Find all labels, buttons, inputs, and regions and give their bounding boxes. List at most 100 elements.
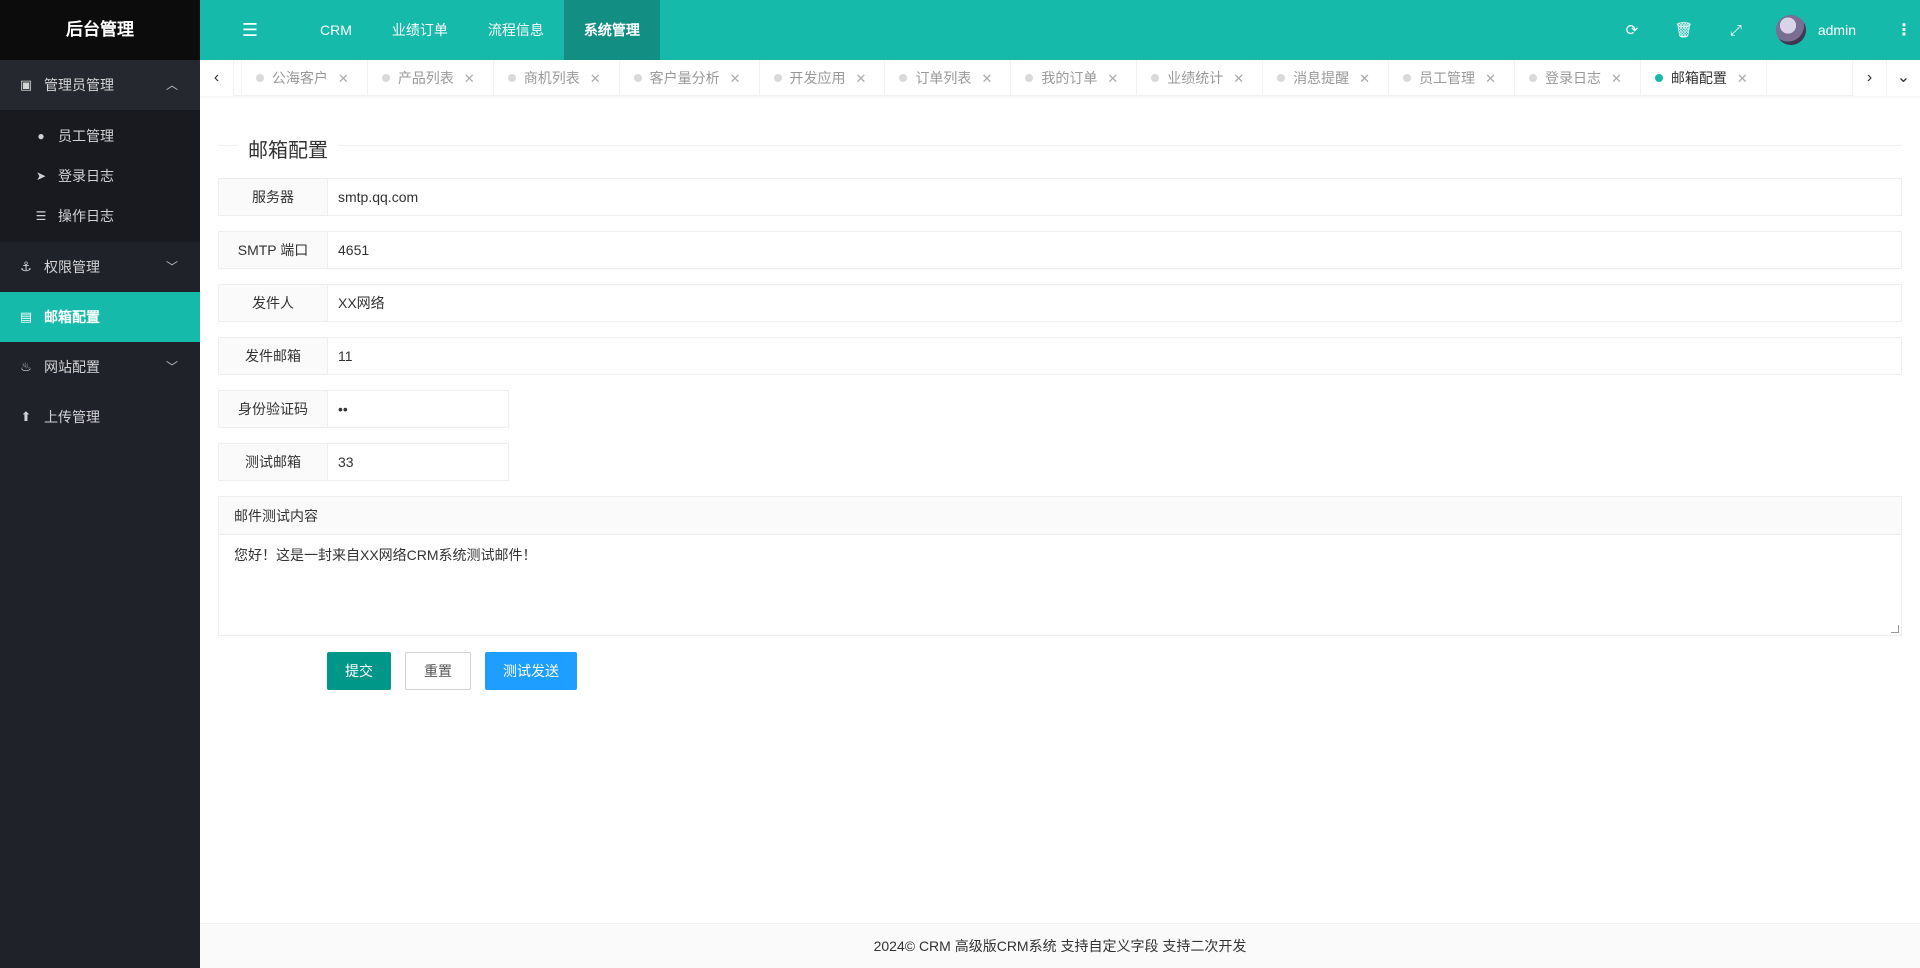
user-icon: ● — [37, 129, 45, 143]
sidebar-group-label: 邮箱配置 — [44, 309, 100, 325]
close-icon[interactable]: ✕ — [1485, 71, 1496, 86]
nav-crm[interactable]: CRM — [300, 0, 372, 60]
sidebar: 后台管理 ▣ 管理员管理 ︿ ● 员工管理 ➤ 登录日志 ☰ 操作日志 ⚓ 权限… — [0, 0, 200, 968]
legend-line — [218, 145, 1902, 146]
nav-orders[interactable]: 业绩订单 — [372, 0, 468, 60]
tab-dev-apps[interactable]: 开发应用 ✕ — [760, 60, 886, 96]
tab-my-orders[interactable]: 我的订单 ✕ — [1011, 60, 1138, 96]
server-label: 服务器 — [218, 178, 328, 216]
close-icon[interactable]: ✕ — [338, 71, 349, 86]
test-send-button[interactable]: 测试发送 — [485, 652, 577, 690]
nav-workflow[interactable]: 流程信息 — [468, 0, 564, 60]
resize-handle-icon[interactable] — [1891, 625, 1899, 633]
chevron-right-icon[interactable]: › — [1852, 60, 1886, 96]
tab-opportunity-list[interactable]: 商机列表 ✕ — [494, 60, 620, 96]
sidebar-item-operation-log[interactable]: ☰ 操作日志 — [0, 196, 200, 236]
logo[interactable]: 后台管理 — [0, 0, 200, 60]
tab-label: 登录日志 — [1544, 70, 1601, 86]
chevron-up-icon: ︿ — [165, 78, 178, 92]
sidebar-item-staff[interactable]: ● 员工管理 — [0, 116, 200, 156]
tab-staff[interactable]: 员工管理 ✕ — [1389, 60, 1515, 96]
header-tools: ⟳ 🗑 ⤢ admin ⋮ — [1606, 0, 1920, 60]
tab-performance-stats[interactable]: 业绩统计 ✕ — [1137, 60, 1264, 96]
fullscreen-icon[interactable]: ⤢ — [1710, 22, 1762, 39]
chevron-left-icon[interactable]: ‹ — [200, 60, 234, 96]
form-row-sender: 发件人 XX网络 — [218, 284, 1902, 322]
test-email-input[interactable]: 33 — [328, 443, 509, 481]
sidebar-group-admin[interactable]: ▣ 管理员管理 ︿ — [0, 60, 200, 110]
refresh-icon[interactable]: ⟳ — [1606, 21, 1658, 39]
trash-icon[interactable]: 🗑 — [1658, 21, 1710, 39]
sidebar-group-site-config[interactable]: ♨ 网站配置 ﹀ — [0, 342, 200, 392]
sidebar-group-label: 管理员管理 — [44, 77, 114, 93]
tab-label: 业绩统计 — [1167, 70, 1224, 86]
tab-login-log[interactable]: 登录日志 ✕ — [1515, 60, 1641, 96]
close-icon[interactable]: ✕ — [1107, 71, 1118, 86]
chevron-down-icon[interactable]: ⌄ — [1886, 60, 1920, 96]
tab-email-config[interactable]: 邮箱配置 ✕ — [1641, 60, 1767, 96]
paper-plane-icon: ➤ — [35, 169, 47, 183]
sidebar-group-upload[interactable]: ⬆ 上传管理 — [0, 392, 200, 442]
menu-icon[interactable]: ☰ — [200, 0, 300, 60]
close-icon[interactable]: ✕ — [1233, 71, 1244, 86]
tab-dot — [1654, 74, 1663, 82]
form-row-port: SMTP 端口 4651 — [218, 231, 1902, 269]
footer: 2024© CRM 高级版CRM系统 支持自定义字段 支持二次开发 — [200, 923, 1920, 968]
close-icon[interactable]: ✕ — [1359, 71, 1370, 86]
close-icon[interactable]: ✕ — [981, 71, 992, 86]
reset-button[interactable]: 重置 — [405, 652, 471, 690]
auth-code-label: 身份验证码 — [218, 390, 328, 428]
tab-product-list[interactable]: 产品列表 ✕ — [368, 60, 494, 96]
sidebar-item-login-log[interactable]: ➤ 登录日志 — [0, 156, 200, 196]
nav-system[interactable]: 系统管理 — [563, 0, 660, 60]
tab-label: 消息提醒 — [1293, 70, 1350, 86]
tab-dot — [633, 74, 642, 82]
auth-code-input[interactable]: •• — [328, 390, 509, 428]
main-content: 邮箱配置 服务器 smtp.qq.com SMTP 端口 4651 发件人 XX… — [218, 96, 1902, 690]
form-row-sender-email: 发件邮箱 11 — [218, 337, 1902, 375]
anchor-icon: ⚓ — [20, 259, 32, 274]
close-icon[interactable]: ✕ — [730, 71, 741, 86]
sidebar-group-permission[interactable]: ⚓ 权限管理 ﹀ — [0, 242, 200, 292]
port-input[interactable]: 4651 — [328, 231, 1902, 269]
page-title: 邮箱配置 — [238, 134, 338, 163]
arrow-up-icon: ⬆ — [20, 409, 32, 424]
top-header: ☰ CRM 业绩订单 流程信息 系统管理 ⟳ 🗑 ⤢ admin ⋮ — [200, 0, 1920, 60]
tab-label: 邮箱配置 — [1670, 70, 1727, 86]
tab-label: 员工管理 — [1419, 70, 1476, 86]
tab-label: 产品列表 — [397, 70, 454, 86]
tab-dot — [1151, 74, 1160, 82]
sender-input[interactable]: XX网络 — [328, 284, 1902, 322]
more-vertical-icon[interactable]: ⋮ — [1894, 20, 1914, 40]
username[interactable]: admin — [1818, 22, 1856, 38]
tab-customer-analysis[interactable]: 客户量分析 ✕ — [620, 60, 760, 96]
tab-customer[interactable]: 客户✕ — [234, 60, 242, 96]
close-icon[interactable]: ✕ — [1611, 71, 1622, 86]
form-actions: 提交 重置 测试发送 — [327, 652, 1902, 690]
submit-button[interactable]: 提交 — [327, 652, 391, 690]
form-row-test-email: 测试邮箱 33 — [218, 443, 1902, 481]
server-input[interactable]: smtp.qq.com — [328, 178, 1902, 216]
tab-dot — [507, 74, 516, 82]
sender-email-input[interactable]: 11 — [328, 337, 1902, 375]
header-nav: ☰ CRM 业绩订单 流程信息 系统管理 — [200, 0, 660, 60]
sidebar-group-label: 权限管理 — [44, 259, 100, 275]
sidebar-group-label: 上传管理 — [44, 409, 100, 425]
sidebar-item-label: 操作日志 — [58, 208, 114, 224]
port-label: SMTP 端口 — [218, 231, 328, 269]
sidebar-group-email-config[interactable]: ▤ 邮箱配置 — [0, 292, 200, 342]
close-icon[interactable]: ✕ — [464, 71, 475, 86]
close-icon[interactable]: ✕ — [1737, 71, 1748, 86]
tab-order-list[interactable]: 订单列表 ✕ — [885, 60, 1012, 96]
test-content-label: 邮件测试内容 — [219, 497, 1901, 535]
sender-email-label: 发件邮箱 — [218, 337, 328, 375]
close-icon[interactable]: ✕ — [590, 71, 601, 86]
close-icon[interactable]: ✕ — [856, 71, 867, 86]
envelope-icon: ▤ — [19, 309, 33, 324]
avatar[interactable] — [1775, 15, 1806, 45]
sidebar-item-label: 员工管理 — [58, 128, 114, 144]
tab-notifications[interactable]: 消息提醒 ✕ — [1263, 60, 1390, 96]
test-content-textarea[interactable]: 您好！这是一封来自XX网络CRM系统测试邮件！ — [219, 535, 1901, 635]
tab-public-customer[interactable]: 公海客户 ✕ — [242, 60, 368, 96]
settings-icon: ♨ — [20, 359, 32, 374]
